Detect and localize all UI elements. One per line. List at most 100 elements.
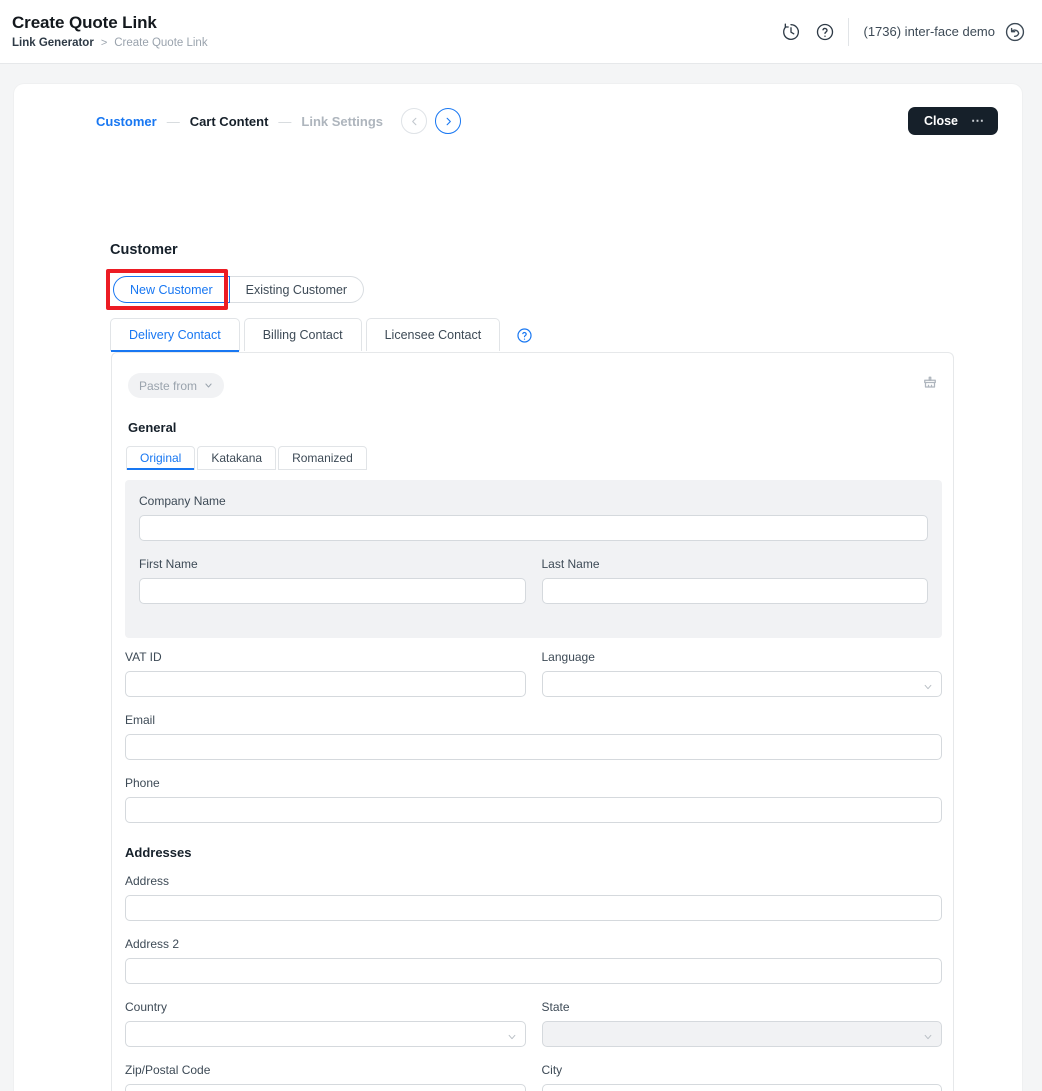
last-name-input[interactable] [541,578,928,604]
address2-row: Address 2 [125,937,942,984]
language-label: Language [541,650,595,664]
state-label: State [541,1000,570,1014]
language-select[interactable] [541,671,942,697]
email-label: Email [125,713,156,727]
app-page: Create Quote Link Link Generator > Creat… [0,0,1042,1091]
email-row: Email [125,713,942,760]
last-name-label: Last Name [541,557,600,571]
address-row: Address [125,874,942,921]
general-section-title: General [128,420,177,435]
breadcrumb-separator: > [100,37,108,49]
tab-licensee-contact[interactable]: Licensee Contact [365,318,501,351]
close-button[interactable]: Close ⋯ [907,107,998,135]
help-icon[interactable] [808,15,842,49]
tab-original[interactable]: Original [126,446,196,470]
city-input[interactable] [541,1084,942,1091]
address-field: Address [125,874,942,921]
address-label: Address [125,874,170,888]
wizard-steps: Customer — Cart Content — Link Settings [96,108,462,134]
name-row: First Name Last Name [139,557,928,604]
clock-history-icon[interactable] [774,15,808,49]
contact-form-panel: Paste from General Original Katakana Rom… [111,352,954,1091]
zip-input[interactable] [125,1084,526,1091]
breadcrumb-current: Create Quote Link [114,37,208,49]
step-divider-2: — [278,113,292,129]
zip-city-row: Zip/Postal Code City [125,1063,942,1091]
breadcrumb: Link Generator > Create Quote Link [12,36,208,50]
phone-label: Phone [125,776,160,790]
vat-id-input[interactable] [125,671,526,697]
wizard-step-cart-content[interactable]: Cart Content [190,114,269,129]
tab-romanized[interactable]: Romanized [278,446,367,470]
country-label: Country [125,1000,168,1014]
email-field: Email [125,713,942,760]
first-name-label: First Name [139,557,198,571]
addresses-section-title: Addresses [125,845,192,860]
first-name-input[interactable] [139,578,526,604]
step-divider-1: — [166,113,180,129]
vat-id-field: VAT ID [125,650,526,697]
state-select-wrap [541,1021,942,1047]
paste-from-label: Paste from [139,378,198,393]
language-field: Language [541,650,942,697]
close-button-label: Close [923,114,958,128]
previous-step-button[interactable] [401,108,428,134]
account-menu[interactable]: (1736) inter-face demo [863,21,1026,43]
name-fields-panel: Company Name First Name Last Name [125,480,942,638]
country-select-wrap [125,1021,526,1047]
wizard-nav [401,108,462,134]
city-field: City [541,1063,942,1091]
existing-customer-button[interactable]: Existing Customer [229,276,365,303]
close-group: Close ⋯ [907,107,998,135]
top-bar-left: Create Quote Link Link Generator > Creat… [0,13,208,50]
next-step-button[interactable] [435,108,462,134]
wizard-header: Customer — Cart Content — Link Settings [96,104,998,138]
contact-tabs: Delivery Contact Billing Contact License… [110,318,533,352]
contact-fields: VAT ID Language Email Phone Addresses Ad… [125,650,942,1091]
city-label: City [541,1063,563,1077]
company-name-field: Company Name [139,494,928,541]
state-select[interactable] [541,1021,942,1047]
wizard-step-customer[interactable]: Customer [96,114,157,129]
broom-icon[interactable] [921,375,939,398]
paste-from-button[interactable]: Paste from [128,373,225,398]
zip-label: Zip/Postal Code [125,1063,211,1077]
phone-input[interactable] [125,797,942,823]
phone-row: Phone [125,776,942,823]
contact-tabs-help-icon[interactable] [516,327,533,344]
tab-katakana[interactable]: Katakana [197,446,277,470]
address2-label: Address 2 [125,937,180,951]
vat-id-label: VAT ID [125,650,162,664]
country-select[interactable] [125,1021,526,1047]
breadcrumb-parent[interactable]: Link Generator [12,36,94,50]
company-name-input[interactable] [139,515,928,541]
state-field: State [541,1000,942,1047]
wizard-step-link-settings[interactable]: Link Settings [301,114,383,129]
company-name-label: Company Name [139,494,226,508]
tab-billing-contact[interactable]: Billing Contact [243,318,362,351]
tab-delivery-contact[interactable]: Delivery Contact [110,318,240,352]
toolbar-divider [848,17,850,46]
content-card: Customer — Cart Content — Link Settings [14,84,1022,1091]
zip-field: Zip/Postal Code [125,1063,526,1091]
address2-field: Address 2 [125,937,942,984]
company-name-row: Company Name [139,494,928,541]
address2-input[interactable] [125,958,942,984]
phone-field: Phone [125,776,942,823]
vat-language-row: VAT ID Language [125,650,942,697]
first-name-field: First Name [139,557,526,604]
top-bar-right: (1736) inter-face demo [774,15,1042,49]
email-input[interactable] [125,734,942,760]
country-field: Country [125,1000,526,1047]
customer-type-segmented: New Customer Existing Customer [113,276,365,303]
customer-section-title: Customer [110,242,178,258]
new-customer-button[interactable]: New Customer [113,276,230,303]
account-name: (1736) inter-face demo [863,24,995,39]
language-select-wrap [541,671,942,697]
more-options-icon[interactable]: ⋯ [971,114,985,127]
last-name-field: Last Name [541,557,928,604]
page-title: Create Quote Link [12,13,157,32]
top-bar: Create Quote Link Link Generator > Creat… [0,0,1042,64]
address-input[interactable] [125,895,942,921]
undo-arrow-icon[interactable] [1004,21,1026,43]
